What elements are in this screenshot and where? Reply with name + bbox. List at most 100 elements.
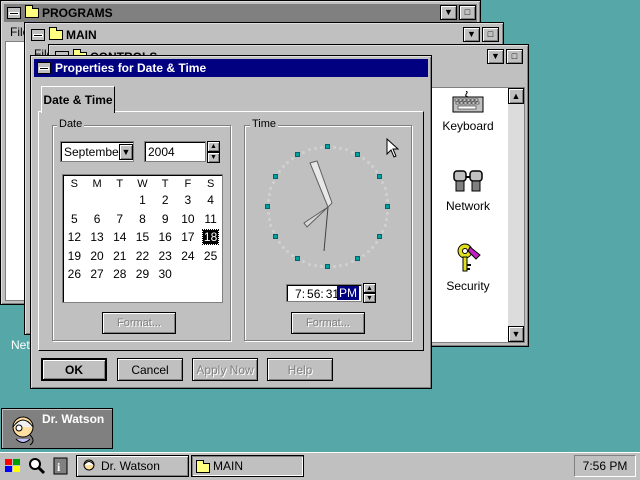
dr-watson-minimized[interactable]: Dr. Watson — [1, 408, 113, 449]
calendar-day[interactable]: 19 — [63, 247, 86, 266]
second-hand — [323, 206, 329, 252]
network-item[interactable]: Network — [433, 169, 503, 213]
minimize-button[interactable]: ▼ — [487, 49, 504, 64]
dialog-titlebar[interactable]: Properties for Date & Time — [34, 59, 428, 77]
calendar-day[interactable]: 15 — [131, 228, 154, 247]
taskbar-task-main[interactable]: MAIN — [191, 455, 304, 477]
calendar-day[interactable]: 13 — [86, 228, 109, 247]
date-format-button[interactable]: Format... — [102, 312, 176, 334]
window-title: PROGRAMS — [42, 6, 113, 20]
weekday-header: T — [161, 178, 169, 190]
security-label: Security — [446, 279, 490, 293]
minute-marker — [386, 211, 390, 215]
find-icon[interactable] — [28, 457, 46, 475]
year-field[interactable]: 2004 — [144, 141, 206, 162]
hour-value[interactable]: 7 — [295, 287, 302, 301]
main-titlebar[interactable]: MAIN — [28, 26, 500, 44]
time-group-label: Time — [250, 118, 279, 130]
tab-date-time[interactable]: Date & Time — [41, 86, 115, 113]
maximize-button[interactable]: □ — [482, 27, 499, 42]
taskbar-clock: 7:56 PM — [574, 455, 636, 477]
year-value: 2004 — [148, 145, 175, 159]
calendar-day[interactable]: 9 — [154, 210, 177, 229]
taskbar-task-dr-watson[interactable]: Dr. Watson — [76, 455, 189, 477]
ok-label: OK — [65, 362, 83, 377]
calendar-day[interactable]: 29 — [131, 265, 154, 284]
start-icon[interactable] — [4, 457, 22, 475]
ok-button[interactable]: OK — [41, 358, 107, 381]
time-format-label: Format... — [305, 317, 350, 329]
time-down-button[interactable]: ▼ — [363, 293, 376, 303]
calendar-grid[interactable]: SMTWTFS 1 2 3 4 5 6 7 8 9 10 11 12 13 14 15 16 17 18 19 20 2… — [63, 177, 222, 284]
minute-marker — [383, 186, 387, 190]
calendar-day[interactable]: 12 — [63, 228, 86, 247]
calendar-day[interactable]: 11 — [199, 210, 222, 229]
chevron-down-icon[interactable]: ▼ — [119, 144, 133, 160]
time-up-button[interactable]: ▲ — [363, 283, 376, 293]
maximize-button[interactable]: □ — [506, 49, 523, 64]
help-book-icon[interactable]: i — [52, 457, 70, 475]
system-menu-icon[interactable] — [37, 62, 51, 74]
calendar-day[interactable]: 1 — [131, 191, 154, 210]
security-item[interactable]: Security — [433, 241, 503, 293]
calendar-day[interactable]: 30 — [154, 265, 177, 284]
calendar-day[interactable]: 10 — [177, 210, 200, 229]
minute-hand — [309, 160, 333, 208]
key-icon — [457, 243, 481, 272]
minute-marker — [302, 150, 306, 154]
hour-marker — [325, 264, 330, 269]
year-up-button[interactable]: ▲ — [207, 141, 220, 152]
keyboard-icon — [452, 91, 484, 113]
cancel-label: Cancel — [131, 362, 169, 377]
apply-now-button[interactable]: Apply Now — [192, 358, 258, 381]
scroll-down-button[interactable]: ▼ — [508, 326, 524, 342]
cancel-button[interactable]: Cancel — [117, 358, 183, 381]
time-field[interactable]: 7: 56: 31 PM — [286, 284, 362, 302]
calendar-day[interactable]: 5 — [63, 210, 86, 229]
programs-titlebar[interactable]: PROGRAMS — [4, 4, 477, 22]
calendar-day[interactable]: 14 — [108, 228, 131, 247]
month-select[interactable]: September ▼ — [60, 141, 134, 162]
minimize-button[interactable]: ▼ — [463, 27, 480, 42]
vertical-scrollbar[interactable]: ▲ ▼ — [508, 88, 524, 342]
system-menu-icon[interactable] — [7, 7, 21, 19]
calendar-day[interactable]: 23 — [154, 247, 177, 266]
calendar[interactable]: SMTWTFS 1 2 3 4 5 6 7 8 9 10 11 12 13 14 15 16 17 18 19 20 2… — [62, 174, 223, 303]
maximize-button[interactable]: □ — [459, 5, 476, 20]
ampm-value[interactable]: PM — [337, 286, 359, 300]
hour-marker — [355, 152, 360, 158]
system-menu-icon[interactable] — [31, 29, 45, 41]
calendar-day[interactable]: 4 — [199, 191, 222, 210]
minimize-button[interactable]: ▼ — [440, 5, 457, 20]
minute-value[interactable]: 56 — [307, 287, 320, 301]
minute-marker — [266, 211, 270, 215]
calendar-day[interactable]: 2 — [154, 191, 177, 210]
scroll-up-button[interactable]: ▲ — [508, 88, 524, 104]
calendar-empty — [108, 191, 131, 210]
date-time-dialog[interactable]: Properties for Date & Time Date & Time D… — [30, 55, 432, 389]
weekday-header: S — [206, 178, 215, 190]
calendar-day[interactable]: 26 — [63, 265, 86, 284]
calendar-day[interactable]: 27 — [86, 265, 109, 284]
calendar-day[interactable]: 18 — [199, 228, 222, 247]
calendar-day[interactable]: 6 — [86, 210, 109, 229]
calendar-day[interactable]: 20 — [86, 247, 109, 266]
calendar-empty — [199, 265, 222, 284]
year-down-button[interactable]: ▼ — [207, 152, 220, 163]
calendar-day[interactable]: 7 — [108, 210, 131, 229]
calendar-day[interactable]: 21 — [108, 247, 131, 266]
calendar-day[interactable]: 16 — [154, 228, 177, 247]
hour-marker — [295, 255, 300, 261]
folder-icon — [196, 459, 210, 473]
calendar-day[interactable]: 22 — [131, 247, 154, 266]
time-format-button[interactable]: Format... — [291, 312, 365, 334]
calendar-day[interactable]: 17 — [177, 228, 200, 247]
help-button[interactable]: Help — [267, 358, 333, 381]
calendar-day[interactable]: 3 — [177, 191, 200, 210]
keyboard-item[interactable]: Keyboard — [433, 91, 503, 133]
calendar-day[interactable]: 25 — [199, 247, 222, 266]
calendar-day[interactable]: 8 — [131, 210, 154, 229]
calendar-day[interactable]: 24 — [177, 247, 200, 266]
minute-marker — [361, 156, 365, 160]
calendar-day[interactable]: 28 — [108, 265, 131, 284]
